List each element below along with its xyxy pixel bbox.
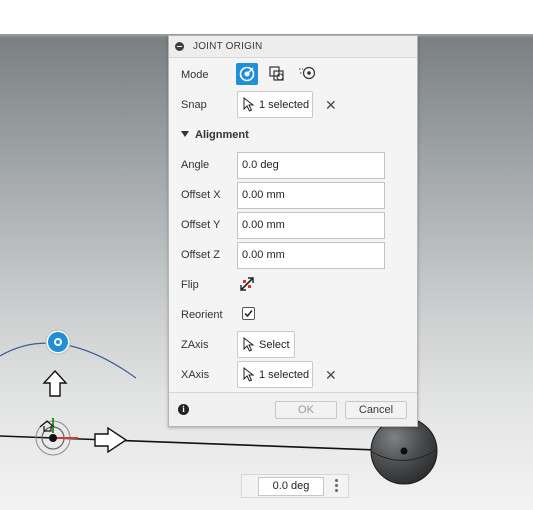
expand-triangle-icon [181, 131, 189, 137]
cancel-button[interactable]: Cancel [345, 401, 407, 419]
angle-readout-input[interactable]: 0.0 deg [258, 477, 324, 496]
snap-clear-icon[interactable]: ✕ [325, 98, 337, 112]
mode-between-faces-button[interactable] [266, 63, 288, 85]
zaxis-selector[interactable]: Select [237, 331, 295, 358]
offset-x-label: Offset X [181, 189, 221, 201]
collapse-icon[interactable] [175, 42, 184, 51]
alignment-section-toggle[interactable]: Alignment [181, 129, 249, 141]
mode-label: Mode [181, 69, 209, 81]
mode-offset-button[interactable] [296, 63, 318, 85]
more-options-icon[interactable] [335, 479, 339, 494]
zaxis-value: Select [259, 339, 290, 351]
xaxis-label: XAxis [181, 369, 210, 381]
ok-button[interactable]: OK [275, 401, 337, 419]
snap-selector[interactable]: 1 selected [237, 91, 313, 118]
rotation-handle[interactable] [45, 329, 71, 355]
angle-input[interactable]: 0.0 deg [237, 152, 385, 179]
offset-z-label: Offset Z [181, 249, 220, 261]
z-move-arrow[interactable] [42, 369, 68, 397]
xaxis-value: 1 selected [259, 369, 310, 381]
xaxis-selector[interactable]: 1 selected [237, 361, 313, 388]
dialog-title: JOINT ORIGIN [193, 41, 263, 52]
between-two-faces-icon [269, 66, 284, 81]
simple-origin-icon [239, 66, 255, 82]
reorient-label: Reorient [181, 309, 223, 321]
offset-y-label: Offset Y [181, 219, 221, 231]
angle-label: Angle [181, 159, 210, 171]
offset-z-input[interactable]: 0.00 mm [237, 242, 385, 269]
origin-triad[interactable] [35, 418, 78, 456]
dialog-header: JOINT ORIGIN [169, 36, 417, 58]
flip-label: Flip [181, 279, 199, 291]
mode-simple-button[interactable] [236, 63, 258, 85]
canvas-viewport[interactable]: JOINT ORIGIN Mode Snap 1 selected ✕ Alig… [0, 0, 533, 510]
flip-button[interactable] [239, 276, 255, 292]
flip-icon [240, 277, 254, 291]
snap-label: Snap [181, 99, 207, 111]
joint-origin-dialog: JOINT ORIGIN Mode Snap 1 selected ✕ Alig… [168, 35, 418, 427]
reorient-checkbox[interactable] [242, 307, 255, 320]
offset-origin-icon [299, 66, 316, 80]
cursor-icon [243, 337, 255, 352]
offset-y-input[interactable]: 0.00 mm [237, 212, 385, 239]
dialog-footer: i OK Cancel [169, 392, 417, 426]
angle-readout: 0.0 deg [241, 474, 349, 498]
zaxis-label: ZAxis [181, 339, 209, 351]
snap-value: 1 selected [259, 99, 310, 111]
info-icon[interactable]: i [178, 404, 189, 415]
offset-x-input[interactable]: 0.00 mm [237, 182, 385, 209]
cursor-icon [243, 367, 255, 382]
alignment-section-title: Alignment [195, 129, 249, 141]
cursor-icon [243, 97, 255, 112]
xaxis-clear-icon[interactable]: ✕ [325, 368, 337, 382]
x-move-arrow[interactable] [94, 426, 128, 454]
checkmark-icon [244, 310, 253, 318]
selected-sphere[interactable] [370, 417, 438, 485]
